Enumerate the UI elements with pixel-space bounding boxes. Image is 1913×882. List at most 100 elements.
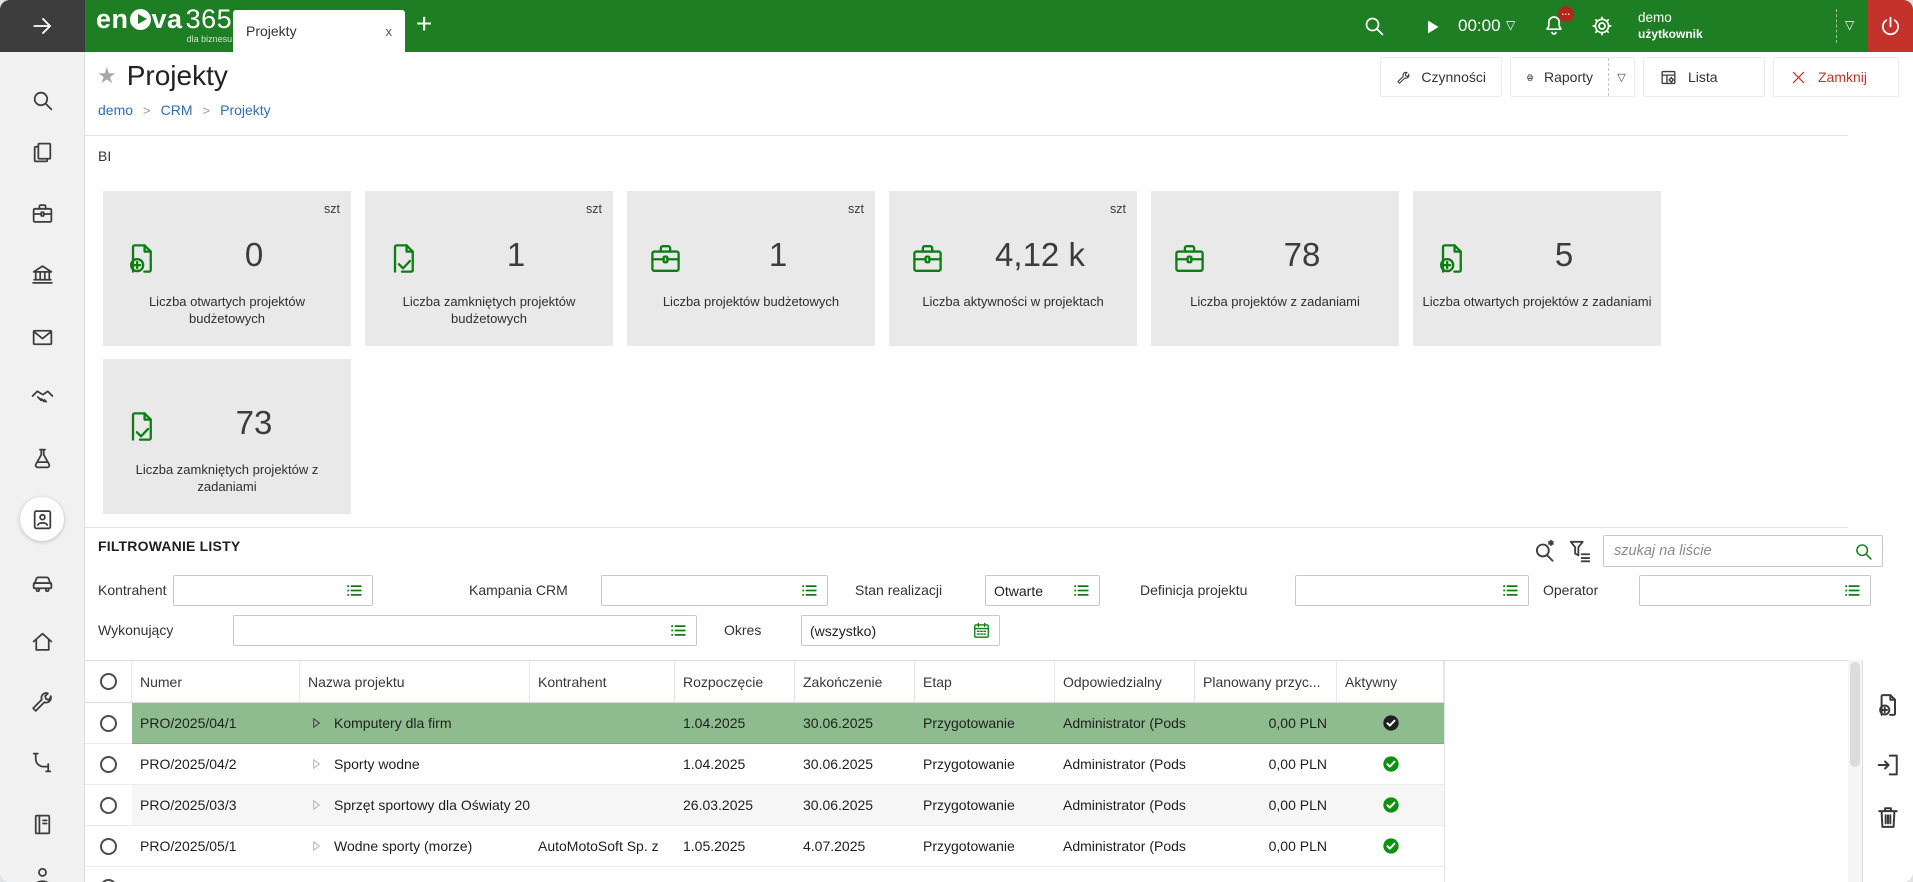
column-header-numer[interactable]: Numer <box>132 661 300 702</box>
row-expander-icon[interactable] <box>308 715 324 731</box>
pipes-icon <box>30 750 55 775</box>
column-header-odpowiedzialny[interactable]: Odpowiedzialny <box>1055 661 1195 702</box>
bi-card[interactable]: szt4,12 kLiczba aktywności w projektach <box>889 191 1137 346</box>
tab-projekty[interactable]: Projekty x <box>233 10 405 52</box>
list-picker-icon[interactable] <box>669 621 688 640</box>
table-row[interactable]: PRO/2025/04/1Komputery dla firm1.04.2025… <box>85 703 1444 744</box>
start-play-icon[interactable] <box>1420 15 1444 39</box>
table-row[interactable]: PRO/2025/04/2Sporty wodne1.04.202530.06.… <box>85 744 1444 785</box>
calendar-icon[interactable] <box>972 621 991 640</box>
filter-input-definicja-projektu[interactable] <box>1295 575 1529 606</box>
lista-button[interactable]: Lista <box>1643 57 1765 97</box>
row-radio[interactable] <box>85 703 132 744</box>
scrollbar-thumb[interactable] <box>1850 662 1860 767</box>
open-record-button[interactable] <box>1874 751 1902 779</box>
row-radio[interactable] <box>85 826 132 867</box>
table-row-partial[interactable] <box>85 867 1444 882</box>
row-radio[interactable] <box>85 785 132 826</box>
logout-power-button[interactable] <box>1868 0 1913 52</box>
vertical-scrollbar[interactable] <box>1848 660 1862 882</box>
bi-card[interactable]: 73Liczba zamkniętych projektów z zadania… <box>103 359 351 514</box>
column-header-rozpoczecie[interactable]: Rozpoczęcie <box>675 661 795 702</box>
cell-etap: Przygotowanie <box>915 744 1055 784</box>
sidebar <box>0 52 85 882</box>
global-search-icon[interactable] <box>1362 14 1386 38</box>
sidebar-item-car[interactable] <box>20 559 64 603</box>
expand-menu-button[interactable] <box>0 0 85 52</box>
card-unit: szt <box>586 202 602 216</box>
breadcrumb-crm[interactable]: CRM <box>161 102 193 118</box>
table-row[interactable]: PRO/2025/05/1Wodne sporty (morze)AutoMot… <box>85 826 1444 867</box>
list-search-input[interactable] <box>1604 543 1853 559</box>
sidebar-item-handshake[interactable] <box>20 374 64 418</box>
sidebar-item-badge[interactable] <box>20 497 64 541</box>
new-tab-button[interactable]: + <box>416 8 432 40</box>
column-header-kontrahent[interactable]: Kontrahent <box>530 661 675 702</box>
column-header-zakonczenie[interactable]: Zakończenie <box>795 661 915 702</box>
bi-card[interactable]: 78Liczba projektów z zadaniami <box>1151 191 1399 346</box>
user-menu[interactable]: demo użytkownik <box>1638 9 1703 42</box>
raporty-button[interactable]: Raporty <box>1511 58 1608 96</box>
table-row[interactable]: PRO/2025/03/3Sprzęt sportowy dla Oświaty… <box>85 785 1444 826</box>
select-all-radio[interactable] <box>85 661 132 702</box>
filter-label-kampania-crm: Kampania CRM <box>469 582 568 598</box>
timer-dropdown-icon[interactable]: ▽ <box>1506 18 1515 32</box>
add-record-button[interactable] <box>1874 691 1902 719</box>
sidebar-item-bank[interactable] <box>20 252 64 296</box>
bi-card[interactable]: szt1Liczba projektów budżetowych <box>627 191 875 346</box>
cell-planowany: 0,00 PLN <box>1195 785 1337 825</box>
zamknij-button[interactable]: Zamknij <box>1773 57 1899 97</box>
bi-card[interactable]: szt1Liczba zamkniętych projektów budżeto… <box>365 191 613 346</box>
sidebar-item-home[interactable] <box>20 619 64 663</box>
sidebar-item-search[interactable] <box>20 78 64 122</box>
filter-label-definicja-projektu: Definicja projektu <box>1140 582 1247 598</box>
row-radio[interactable] <box>85 867 132 882</box>
advanced-search-button[interactable] <box>1532 538 1558 564</box>
favorite-star-icon[interactable]: ★ <box>97 63 117 89</box>
logo-tagline: dla biznesu <box>96 35 232 44</box>
sidebar-item-mail[interactable] <box>20 315 64 359</box>
sidebar-item-docs[interactable] <box>20 130 64 174</box>
row-radio[interactable] <box>85 744 132 785</box>
filter-input-wykonujacy[interactable] <box>233 615 697 646</box>
cell-nazwa: Komputery dla firm <box>300 703 530 743</box>
column-header-etap[interactable]: Etap <box>915 661 1055 702</box>
bi-card[interactable]: 5Liczba otwartych projektów z zadaniami <box>1413 191 1661 346</box>
bi-card[interactable]: szt0Liczba otwartych projektów budżetowy… <box>103 191 351 346</box>
settings-gear-icon[interactable] <box>1590 14 1614 38</box>
trash-icon <box>1874 803 1902 831</box>
collapse-bar-icon[interactable]: ▽ <box>1845 18 1854 32</box>
filter-input-kampania-crm[interactable] <box>601 575 828 606</box>
column-header-nazwa[interactable]: Nazwa projektu <box>300 661 530 702</box>
column-header-planowany[interactable]: Planowany przyc... <box>1195 661 1337 702</box>
sidebar-item-pipes[interactable] <box>20 740 64 784</box>
cell-nazwa: Wodne sporty (morze) <box>300 826 530 866</box>
list-picker-icon[interactable] <box>1843 581 1862 600</box>
breadcrumb-demo[interactable]: demo <box>98 102 133 118</box>
sidebar-item-user[interactable] <box>20 854 64 882</box>
sidebar-item-briefcase[interactable] <box>20 191 64 235</box>
filter-input-operator[interactable] <box>1639 575 1871 606</box>
raporty-dropdown-icon[interactable]: ▽ <box>1608 58 1634 96</box>
filter-settings-button[interactable] <box>1567 538 1593 564</box>
page-title: ★ Projekty <box>97 60 228 92</box>
filter-input-kontrahent[interactable] <box>173 575 373 606</box>
search-icon[interactable] <box>1853 541 1874 562</box>
breadcrumb-projekty[interactable]: Projekty <box>220 102 271 118</box>
row-expander-icon[interactable] <box>308 838 324 854</box>
filter-input-okres[interactable]: (wszystko) <box>801 615 1000 646</box>
sidebar-item-flask[interactable] <box>20 436 64 480</box>
row-expander-icon[interactable] <box>308 797 324 813</box>
filter-input-stan-realizacji[interactable]: Otwarte <box>985 575 1100 606</box>
column-header-aktywny[interactable]: Aktywny <box>1337 661 1444 702</box>
list-picker-icon[interactable] <box>800 581 819 600</box>
tab-close-icon[interactable]: x <box>386 24 393 39</box>
list-picker-icon[interactable] <box>345 581 364 600</box>
list-picker-icon[interactable] <box>1501 581 1520 600</box>
delete-record-button[interactable] <box>1874 803 1902 831</box>
sidebar-item-wrench[interactable] <box>20 679 64 723</box>
sidebar-item-notebook[interactable] <box>20 802 64 846</box>
czynnosci-button[interactable]: Czynności <box>1380 57 1502 97</box>
list-picker-icon[interactable] <box>1072 581 1091 600</box>
row-expander-icon[interactable] <box>308 756 324 772</box>
